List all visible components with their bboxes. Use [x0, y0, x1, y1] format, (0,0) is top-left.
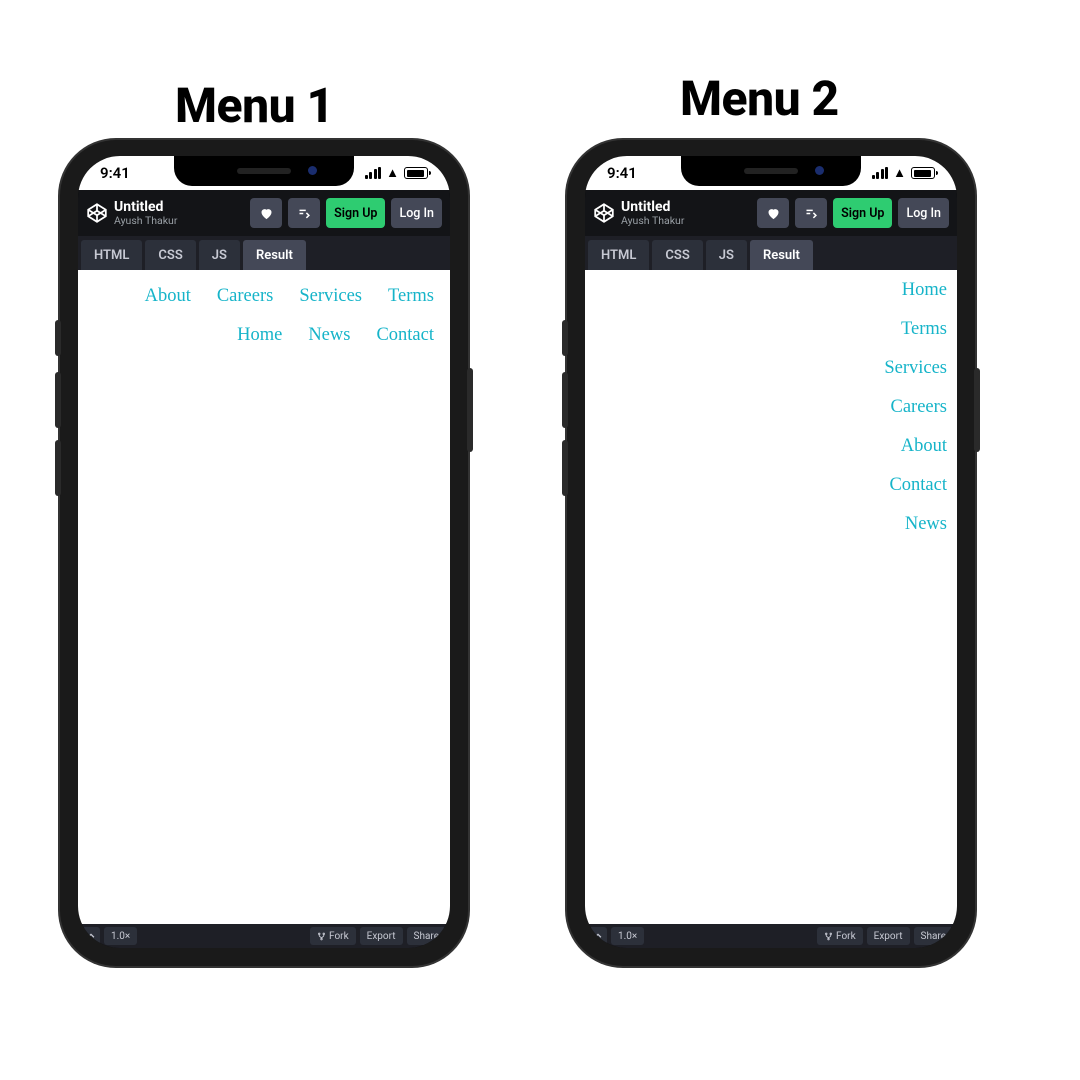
nav-link-contact[interactable]: Contact [889, 475, 947, 496]
status-time: 9:41 [100, 164, 130, 182]
phone-mockup-1: 9:41 ▲ Untitled Ayush Thakur Sign Up L [60, 140, 468, 966]
demo-menu-1: About Careers Services Terms Home News C… [78, 270, 450, 348]
codepen-tabs: HTML CSS JS Result [585, 236, 957, 270]
tab-css[interactable]: CSS [652, 240, 702, 270]
codepen-footer: 1.0× Fork Export Share [585, 924, 957, 948]
phone-screen: 9:41 ▲ Untitled Ayush Thakur Sign Up L [585, 156, 957, 948]
tab-html[interactable]: HTML [588, 240, 649, 270]
status-indicators: ▲ [365, 167, 428, 180]
side-button-icon [562, 372, 568, 428]
codepen-header: Untitled Ayush Thakur Sign Up Log In [78, 190, 450, 236]
fork-button[interactable]: Fork [817, 927, 863, 945]
zoom-indicator[interactable]: 1.0× [611, 927, 644, 945]
cellular-icon [365, 167, 382, 179]
codepen-header: Untitled Ayush Thakur Sign Up Log In [585, 190, 957, 236]
side-button-icon [974, 368, 980, 452]
nav-link-about[interactable]: About [901, 436, 947, 457]
login-button[interactable]: Log In [391, 198, 442, 228]
phone-mockup-2: 9:41 ▲ Untitled Ayush Thakur Sign Up L [567, 140, 975, 966]
console-toggle-button[interactable] [82, 927, 100, 945]
nav-link-contact[interactable]: Contact [376, 325, 434, 346]
side-button-icon [55, 372, 61, 428]
pen-title: Untitled [621, 200, 751, 215]
nav-link-careers[interactable]: Careers [217, 286, 274, 307]
status-indicators: ▲ [872, 167, 935, 180]
wifi-icon: ▲ [893, 167, 906, 180]
share-button[interactable]: Share [407, 927, 446, 945]
nav-link-terms[interactable]: Terms [901, 319, 947, 340]
signup-button[interactable]: Sign Up [833, 198, 892, 228]
phone-screen: 9:41 ▲ Untitled Ayush Thakur Sign Up L [78, 156, 450, 948]
signup-button[interactable]: Sign Up [326, 198, 385, 228]
side-button-icon [562, 320, 568, 356]
export-button[interactable]: Export [360, 927, 403, 945]
format-button[interactable] [288, 198, 320, 228]
notch-icon [174, 156, 354, 186]
side-button-icon [55, 440, 61, 496]
battery-icon [911, 167, 935, 179]
side-button-icon [562, 440, 568, 496]
notch-icon [681, 156, 861, 186]
nav-link-services[interactable]: Services [884, 358, 947, 379]
tab-css[interactable]: CSS [145, 240, 195, 270]
tab-js[interactable]: JS [199, 240, 240, 270]
status-time: 9:41 [607, 164, 637, 182]
wifi-icon: ▲ [386, 167, 399, 180]
export-button[interactable]: Export [867, 927, 910, 945]
pen-title: Untitled [114, 200, 244, 215]
heading-menu-1: Menu 1 [175, 77, 334, 134]
demo-menu-2: Home Terms Services Careers About Contac… [884, 280, 947, 535]
battery-icon [404, 167, 428, 179]
side-button-icon [467, 368, 473, 452]
nav-link-careers[interactable]: Careers [891, 397, 948, 418]
login-button[interactable]: Log In [898, 198, 949, 228]
nav-link-about[interactable]: About [145, 286, 191, 307]
console-toggle-button[interactable] [589, 927, 607, 945]
format-button[interactable] [795, 198, 827, 228]
codepen-logo-icon[interactable] [593, 202, 615, 224]
zoom-indicator[interactable]: 1.0× [104, 927, 137, 945]
share-button[interactable]: Share [914, 927, 953, 945]
tab-js[interactable]: JS [706, 240, 747, 270]
tab-result[interactable]: Result [243, 240, 306, 270]
pen-author: Ayush Thakur [114, 215, 244, 227]
like-button[interactable] [250, 198, 282, 228]
codepen-footer: 1.0× Fork Export Share [78, 924, 450, 948]
tab-result[interactable]: Result [750, 240, 813, 270]
codepen-logo-icon[interactable] [86, 202, 108, 224]
codepen-tabs: HTML CSS JS Result [78, 236, 450, 270]
cellular-icon [872, 167, 889, 179]
result-pane: Home Terms Services Careers About Contac… [585, 270, 957, 924]
nav-link-news[interactable]: News [905, 514, 947, 535]
nav-link-terms[interactable]: Terms [388, 286, 434, 307]
nav-link-services[interactable]: Services [299, 286, 362, 307]
pen-author: Ayush Thakur [621, 215, 751, 227]
result-pane: About Careers Services Terms Home News C… [78, 270, 450, 924]
like-button[interactable] [757, 198, 789, 228]
nav-link-home[interactable]: Home [902, 280, 947, 301]
nav-link-home[interactable]: Home [237, 325, 282, 346]
tab-html[interactable]: HTML [81, 240, 142, 270]
side-button-icon [55, 320, 61, 356]
heading-menu-2: Menu 2 [680, 70, 839, 127]
fork-button[interactable]: Fork [310, 927, 356, 945]
nav-link-news[interactable]: News [308, 325, 350, 346]
